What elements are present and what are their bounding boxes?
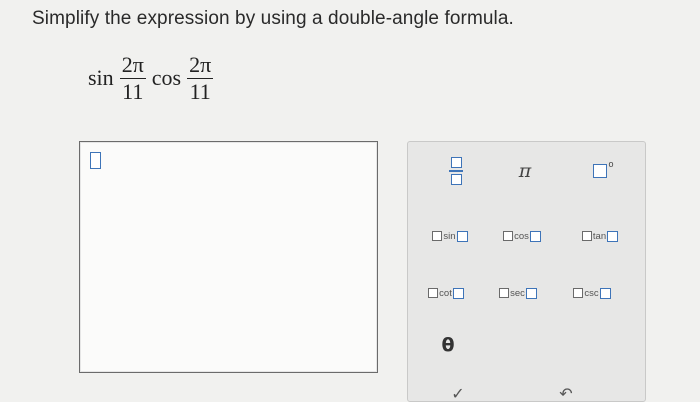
expression: sin 2π 11 cos 2π 11 <box>88 50 219 106</box>
fraction-2-numerator: 2π <box>187 51 214 79</box>
sin-arg-left-icon <box>432 231 443 241</box>
degree-symbol: o <box>608 159 614 169</box>
csc-button[interactable]: csc <box>564 283 620 303</box>
undo-icon[interactable]: ↶ <box>556 386 576 402</box>
sec-arg-icon <box>525 287 537 299</box>
cos-label: cos <box>514 230 529 242</box>
cos-arg-icon <box>529 230 541 242</box>
fraction-2: 2π 11 <box>187 51 214 104</box>
denominator-slot-icon <box>450 173 462 185</box>
degree-button[interactable]: o <box>586 156 620 186</box>
csc-label: csc <box>584 287 599 299</box>
cot-label: cot <box>439 287 452 299</box>
check-icon[interactable]: ✓ <box>448 386 468 402</box>
sec-arg-left-icon <box>499 288 510 298</box>
cos-arg-left-icon <box>503 231 514 241</box>
answer-input[interactable] <box>79 141 378 373</box>
fraction-1-numerator: 2π <box>119 51 146 79</box>
tan-label: tan <box>592 230 607 242</box>
fraction-1-denominator: 11 <box>122 78 144 104</box>
numerator-slot-icon <box>450 157 462 169</box>
fraction-1: 2π 11 <box>119 51 146 104</box>
sin-label: sin <box>443 230 456 242</box>
csc-arg-left-icon <box>573 288 584 298</box>
cot-arg-icon <box>452 287 464 299</box>
tan-arg-icon <box>607 230 619 242</box>
fraction-2-denominator: 11 <box>189 78 211 104</box>
cos-function: cos <box>151 65 182 90</box>
math-palette: π o sin cos tan cot sec csc θ ✓ ↶ <box>407 141 646 402</box>
sec-button[interactable]: sec <box>490 283 546 303</box>
cos-button[interactable]: cos <box>493 226 551 246</box>
csc-arg-icon <box>599 287 611 299</box>
sin-function: sin <box>88 65 114 90</box>
sin-button[interactable]: sin <box>422 226 478 246</box>
pi-button[interactable]: π <box>510 156 540 186</box>
tan-arg-left-icon <box>581 231 592 241</box>
sin-arg-icon <box>456 230 468 242</box>
degree-slot-icon <box>593 164 608 178</box>
theta-button[interactable]: θ <box>430 330 466 360</box>
answer-placeholder-box[interactable] <box>90 152 101 169</box>
cot-arg-left-icon <box>428 288 439 298</box>
tan-button[interactable]: tan <box>571 226 629 246</box>
fraction-bar-icon <box>449 170 463 172</box>
sec-label: sec <box>510 287 525 299</box>
cot-button[interactable]: cot <box>418 283 474 303</box>
fraction-button[interactable] <box>441 154 471 188</box>
question-prompt: Simplify the expression by using a doubl… <box>32 8 514 29</box>
